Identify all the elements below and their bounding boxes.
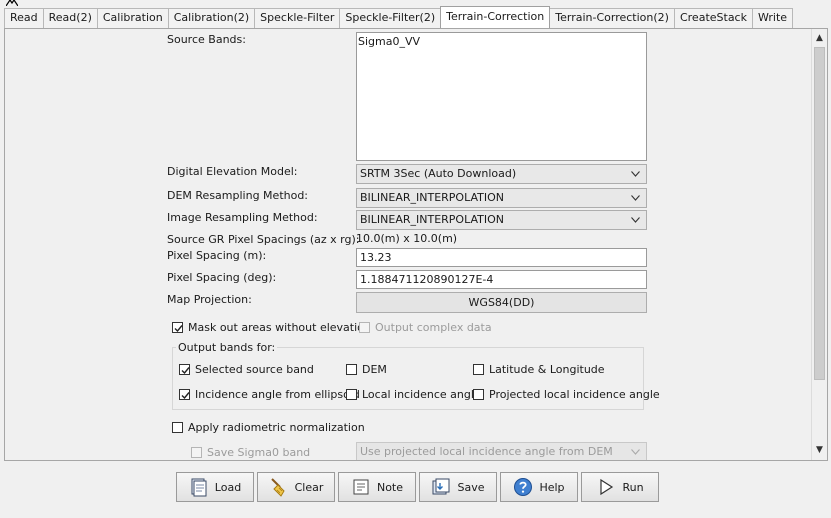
chevron-down-icon: [631, 195, 640, 201]
incidence-ellipsoid-label: Incidence angle from ellipsoid: [195, 388, 360, 401]
dem-select-value: SRTM 3Sec (Auto Download): [360, 167, 517, 180]
chevron-down-icon: [631, 449, 640, 455]
run-button[interactable]: Run: [581, 472, 659, 502]
save-icon: [432, 478, 450, 495]
checkmark-icon: [181, 392, 190, 400]
tab-calibration[interactable]: Calibration: [96, 8, 169, 28]
chevron-down-icon: [631, 171, 640, 177]
dem-resampling-select[interactable]: BILINEAR_INTERPOLATION: [356, 188, 647, 208]
projected-local-incidence-checkbox[interactable]: Projected local incidence angle: [473, 388, 660, 401]
selected-source-band-checkbox[interactable]: Selected source band: [179, 363, 314, 376]
latlon-label: Latitude & Longitude: [489, 363, 605, 376]
checkmark-icon: [174, 325, 183, 333]
image-resampling-label: Image Resampling Method:: [167, 211, 318, 224]
save-button[interactable]: Save: [419, 472, 497, 502]
local-incidence-box[interactable]: [346, 389, 357, 400]
tab-create-stack[interactable]: CreateStack: [673, 8, 753, 28]
note-button[interactable]: Note: [338, 472, 416, 502]
incidence-ellipsoid-box[interactable]: [179, 389, 190, 400]
mask-checkbox[interactable]: Mask out areas without elevation: [172, 321, 371, 334]
tab-speckle-filter-2[interactable]: Speckle-Filter(2): [339, 8, 442, 28]
image-resampling-select[interactable]: BILINEAR_INTERPOLATION: [356, 210, 647, 230]
sigma0-option-select[interactable]: Use projected local incidence angle from…: [356, 442, 647, 460]
sigma0-option-value: Use projected local incidence angle from…: [360, 445, 613, 458]
help-label: Help: [539, 480, 565, 494]
tab-calibration-2[interactable]: Calibration(2): [167, 8, 256, 28]
selected-source-band-box[interactable]: [179, 364, 190, 375]
source-band-item[interactable]: Sigma0_VV: [358, 35, 645, 48]
gr-spacing-value: 10.0(m) x 10.0(m): [356, 232, 458, 245]
help-icon: [514, 478, 533, 496]
broom-icon: [270, 478, 285, 497]
dem-band-box[interactable]: [346, 364, 357, 375]
action-button-bar: Load Clear Note Save Help Run: [176, 472, 662, 502]
mask-checkbox-label: Mask out areas without elevation: [188, 321, 371, 334]
local-incidence-checkbox[interactable]: Local incidence angle: [346, 388, 481, 401]
complex-checkbox[interactable]: Output complex data: [359, 321, 492, 334]
dem-band-checkbox[interactable]: DEM: [346, 363, 387, 376]
tab-write[interactable]: Write: [751, 8, 794, 28]
tab-read[interactable]: Read: [4, 8, 44, 28]
dem-select[interactable]: SRTM 3Sec (Auto Download): [356, 164, 647, 184]
help-button[interactable]: Help: [500, 472, 578, 502]
note-icon: [353, 479, 369, 495]
pixel-spacing-deg-label: Pixel Spacing (deg):: [167, 271, 277, 284]
dem-resampling-label: DEM Resampling Method:: [167, 189, 309, 202]
load-icon: [191, 478, 207, 497]
pixel-spacing-m-field[interactable]: 13.23: [356, 248, 647, 267]
save-sigma0-label: Save Sigma0 band: [207, 446, 311, 459]
clear-label: Clear: [294, 480, 324, 494]
projected-local-incidence-box[interactable]: [473, 389, 484, 400]
tab-terrain-correction[interactable]: Terrain-Correction: [440, 6, 551, 28]
checkmark-icon: [181, 367, 190, 375]
radiometric-box[interactable]: [172, 422, 183, 433]
projected-local-incidence-label: Projected local incidence angle: [489, 388, 660, 401]
pixel-spacing-deg-field[interactable]: 1.188471120890127E-4: [356, 270, 647, 289]
gr-spacing-label: Source GR Pixel Spacings (az x rg):: [167, 233, 360, 246]
dem-band-label: DEM: [362, 363, 387, 376]
dem-resampling-value: BILINEAR_INTERPOLATION: [360, 191, 504, 204]
vertical-scrollbar[interactable]: ▲ ▼: [811, 29, 827, 460]
output-bands-title: Output bands for:: [176, 341, 278, 354]
local-incidence-label: Local incidence angle: [362, 388, 481, 401]
map-projection-button[interactable]: WGS84(DD): [356, 292, 647, 313]
tab-strip: Read Read(2) Calibration Calibration(2) …: [4, 6, 794, 28]
terrain-correction-panel: Source Bands: Sigma0_VV Digital Elevatio…: [4, 28, 828, 461]
note-label: Note: [376, 480, 404, 494]
run-label: Run: [622, 480, 644, 494]
tab-read-2[interactable]: Read(2): [42, 8, 98, 28]
save-sigma0-box[interactable]: [191, 447, 202, 458]
latlon-checkbox[interactable]: Latitude & Longitude: [473, 363, 605, 376]
load-button[interactable]: Load: [176, 472, 254, 502]
image-resampling-value: BILINEAR_INTERPOLATION: [360, 213, 504, 226]
clear-button[interactable]: Clear: [257, 472, 335, 502]
map-projection-label: Map Projection:: [167, 293, 252, 306]
save-sigma0-checkbox[interactable]: Save Sigma0 band: [191, 446, 310, 459]
tab-terrain-correction-2[interactable]: Terrain-Correction(2): [549, 8, 675, 28]
pixel-spacing-m-label: Pixel Spacing (m):: [167, 249, 267, 262]
scroll-thumb[interactable]: [814, 47, 825, 380]
load-label: Load: [214, 480, 242, 494]
selected-source-band-label: Selected source band: [195, 363, 314, 376]
scroll-down-arrow-icon[interactable]: ▼: [812, 443, 827, 458]
radiometric-label: Apply radiometric normalization: [188, 421, 365, 434]
incidence-ellipsoid-checkbox[interactable]: Incidence angle from ellipsoid: [179, 388, 360, 401]
radiometric-checkbox[interactable]: Apply radiometric normalization: [172, 421, 365, 434]
chevron-down-icon: [631, 217, 640, 223]
source-bands-label: Source Bands:: [167, 33, 246, 46]
latlon-box[interactable]: [473, 364, 484, 375]
scroll-up-arrow-icon[interactable]: ▲: [812, 31, 827, 46]
complex-checkbox-label: Output complex data: [375, 321, 492, 334]
save-label: Save: [457, 480, 485, 494]
play-icon: [600, 478, 614, 496]
source-bands-list[interactable]: Sigma0_VV: [356, 32, 647, 161]
complex-checkbox-box[interactable]: [359, 322, 370, 333]
dem-label: Digital Elevation Model:: [167, 165, 298, 178]
mask-checkbox-box[interactable]: [172, 322, 183, 333]
tab-speckle-filter[interactable]: Speckle-Filter: [254, 8, 341, 28]
